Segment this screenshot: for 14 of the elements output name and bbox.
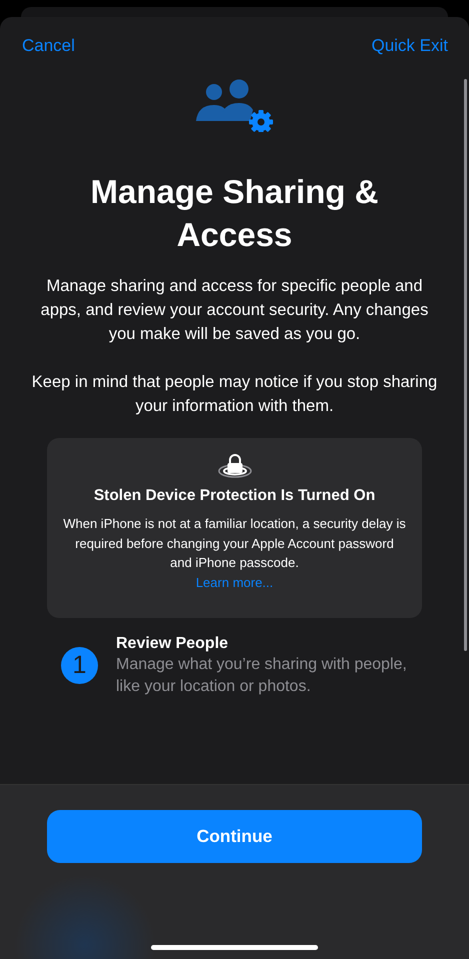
step-number: 1 — [61, 647, 98, 684]
learn-more-link[interactable]: Learn more... — [196, 572, 274, 592]
description-paragraph: Manage sharing and access for specific people and apps, and review your account security. Any changes you make will be saved as you go. — [40, 276, 430, 345]
description-paragraph: Keep in mind that people may notice if you stop sharing your information with them. — [30, 372, 438, 417]
cancel-link[interactable]: Cancel — [22, 36, 75, 57]
lock-icon — [216, 452, 252, 478]
quick-exit-link[interactable]: Quick Exit — [371, 36, 448, 57]
page-title: Manage Sharing & Access — [90, 172, 380, 255]
continue-button[interactable]: Continue — [47, 810, 422, 863]
step-description: Manage what you’re sharing with people, like your location or photos. — [116, 654, 408, 696]
notice-text: When iPhone is not at a familiar location, a security delay is required before changing your Apple Account password and iPhone passcode. — [63, 515, 406, 572]
step-title: Review People — [116, 634, 230, 654]
notice-title: Stolen Device Protection Is Turned On — [94, 487, 376, 505]
people-gear-icon — [194, 77, 276, 132]
